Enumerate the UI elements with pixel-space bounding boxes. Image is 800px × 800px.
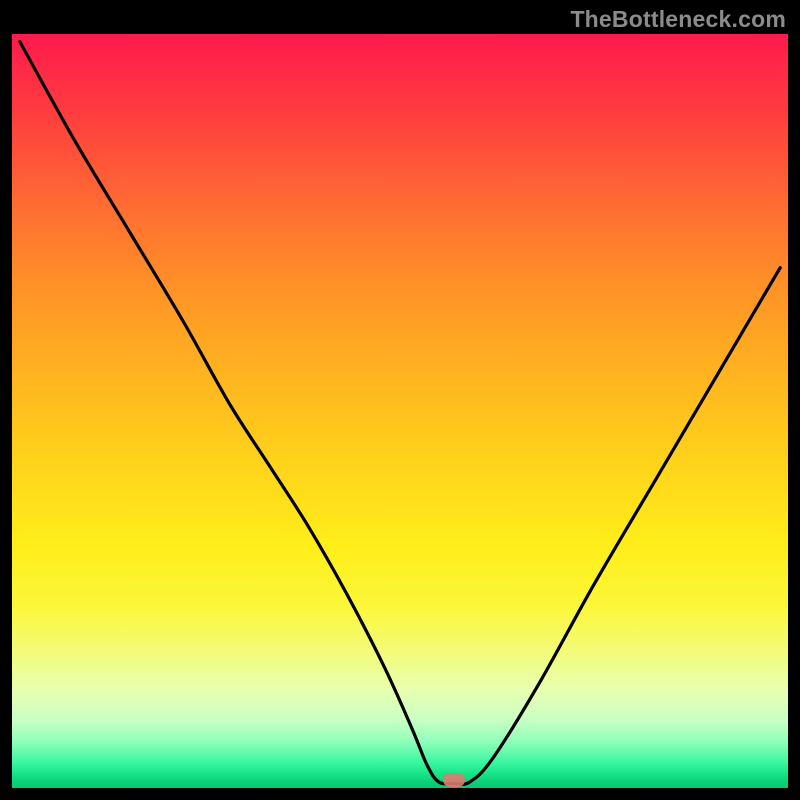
optimal-point-marker xyxy=(443,773,465,787)
chart-frame: TheBottleneck.com xyxy=(0,0,800,800)
bottleneck-curve xyxy=(12,34,788,788)
watermark-text: TheBottleneck.com xyxy=(570,6,786,33)
plot-area xyxy=(12,34,788,788)
